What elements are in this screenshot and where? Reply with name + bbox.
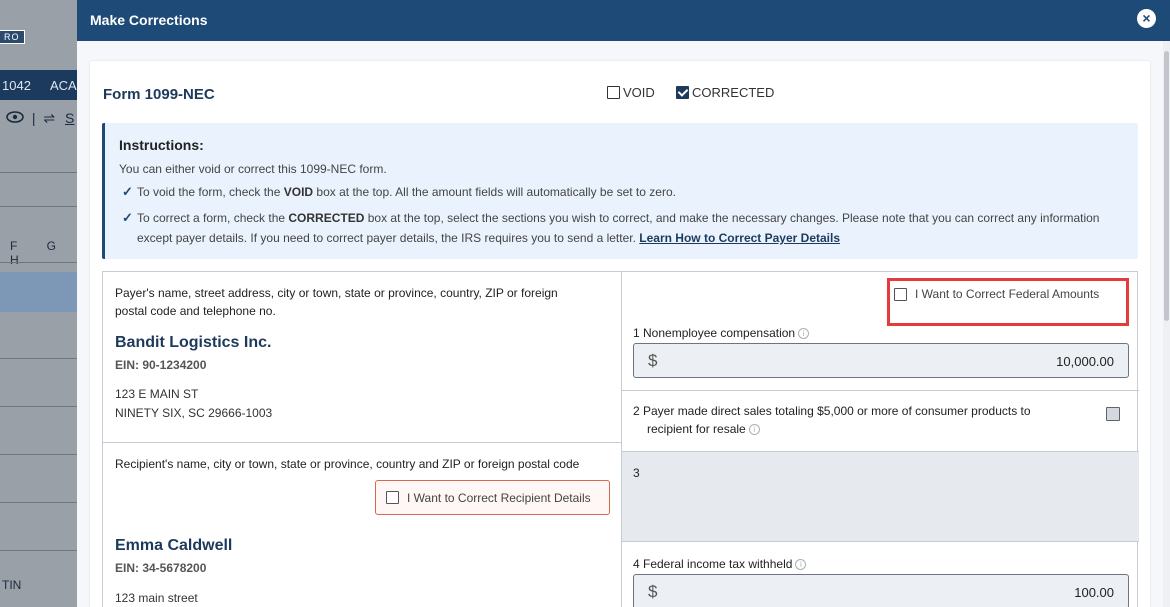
background-selected-row bbox=[0, 272, 77, 312]
background-tin-label: TIN bbox=[2, 578, 22, 592]
box1-value[interactable]: 10,000.00 bbox=[1056, 354, 1114, 369]
swap-icon[interactable]: ⇌ bbox=[43, 110, 55, 126]
corrected-checkbox-box[interactable] bbox=[676, 86, 689, 99]
payer-label: Payer's name, street address, city or to… bbox=[115, 286, 558, 318]
background-nav-item[interactable]: ACA bbox=[50, 78, 77, 93]
instruction-item-void: ✓ To void the form, check the VOID box a… bbox=[122, 182, 1117, 202]
correct-recipient-label: I Want to Correct Recipient Details bbox=[407, 490, 591, 505]
corrected-label: CORRECTED bbox=[692, 85, 775, 100]
modal-scrollbar[interactable] bbox=[1163, 41, 1170, 607]
payer-address: 123 E MAIN ST NINETY SIX, SC 29666-1003 bbox=[115, 387, 273, 420]
check-icon: ✓ bbox=[122, 210, 133, 225]
box1-label: 1 Nonemployee compensation i bbox=[633, 324, 810, 342]
eye-icon[interactable] bbox=[6, 110, 28, 126]
form-card: Form 1099-NEC VOID CORRECTED Instruction… bbox=[90, 61, 1150, 607]
form-grid: Payer's name, street address, city or to… bbox=[102, 271, 1139, 607]
correct-recipient-button[interactable]: I Want to Correct Recipient Details bbox=[375, 480, 610, 515]
recipient-name: Emma Caldwell bbox=[115, 537, 233, 554]
box2-label: 2 Payer made direct sales totaling $5,00… bbox=[633, 404, 1031, 436]
background-tools: | ⇌ S bbox=[6, 110, 74, 127]
void-label: VOID bbox=[623, 85, 655, 100]
recipient-ein: EIN: 34-5678200 bbox=[115, 561, 207, 575]
info-icon[interactable]: i bbox=[798, 328, 810, 340]
info-icon[interactable]: i bbox=[748, 424, 760, 436]
box4-label: 4 Federal income tax withheld i bbox=[633, 555, 807, 573]
void-checkbox-box[interactable] bbox=[607, 86, 620, 99]
instructions-panel: Instructions: You can either void or cor… bbox=[102, 123, 1138, 259]
instructions-title: Instructions: bbox=[119, 137, 204, 153]
payer-ein: EIN: 90-1234200 bbox=[115, 358, 207, 372]
info-icon[interactable]: i bbox=[795, 559, 807, 571]
correct-federal-checkbox[interactable] bbox=[894, 287, 907, 301]
box3-label: 3 bbox=[633, 466, 640, 480]
highlight-box bbox=[887, 278, 1129, 326]
learn-correct-payer-link[interactable]: Learn How to Correct Payer Details bbox=[639, 231, 840, 245]
scrollbar-thumb[interactable] bbox=[1164, 51, 1169, 321]
dollar-icon: $ bbox=[648, 582, 658, 601]
background-navbar: 1042 ACA bbox=[0, 70, 77, 100]
box3-cell bbox=[622, 452, 1139, 541]
dollar-icon: $ bbox=[648, 351, 658, 370]
modal-title: Make Corrections bbox=[90, 12, 208, 28]
form-title: Form 1099-NEC bbox=[103, 86, 215, 103]
box2-checkbox[interactable] bbox=[1106, 407, 1120, 421]
correct-federal-label: I Want to Correct Federal Amounts bbox=[915, 287, 1100, 301]
instruction-item-correct: ✓ To correct a form, check the CORRECTED… bbox=[122, 210, 1100, 245]
background-strip: RO 1042 ACA | ⇌ S F G H TIN bbox=[0, 0, 77, 607]
void-checkbox[interactable]: VOID bbox=[607, 85, 655, 100]
modal-header: Make Corrections × bbox=[77, 0, 1170, 41]
background-badge: RO bbox=[0, 30, 25, 44]
background-nav-item[interactable]: 1042 bbox=[2, 78, 31, 93]
corrected-checkbox[interactable]: CORRECTED bbox=[676, 85, 774, 100]
close-icon[interactable]: × bbox=[1137, 9, 1156, 28]
payer-name: Bandit Logistics Inc. bbox=[115, 334, 272, 351]
correct-recipient-checkbox[interactable] bbox=[386, 491, 399, 504]
box1-amount-field[interactable]: $ 10,000.00 bbox=[633, 343, 1129, 378]
box4-value[interactable]: 100.00 bbox=[1074, 585, 1114, 600]
check-icon: ✓ bbox=[122, 184, 133, 199]
box4-amount-field[interactable]: $ 100.00 bbox=[633, 574, 1129, 607]
instructions-intro: You can either void or correct this 1099… bbox=[119, 162, 387, 176]
recipient-label: Recipient's name, city or town, state or… bbox=[115, 457, 580, 471]
background-link[interactable]: S bbox=[65, 110, 74, 126]
correct-federal-button[interactable]: I Want to Correct Federal Amounts bbox=[894, 287, 1099, 301]
make-corrections-modal: Make Corrections × Form 1099-NEC VOID CO… bbox=[77, 0, 1170, 607]
recipient-address: 123 main street bbox=[115, 591, 198, 605]
